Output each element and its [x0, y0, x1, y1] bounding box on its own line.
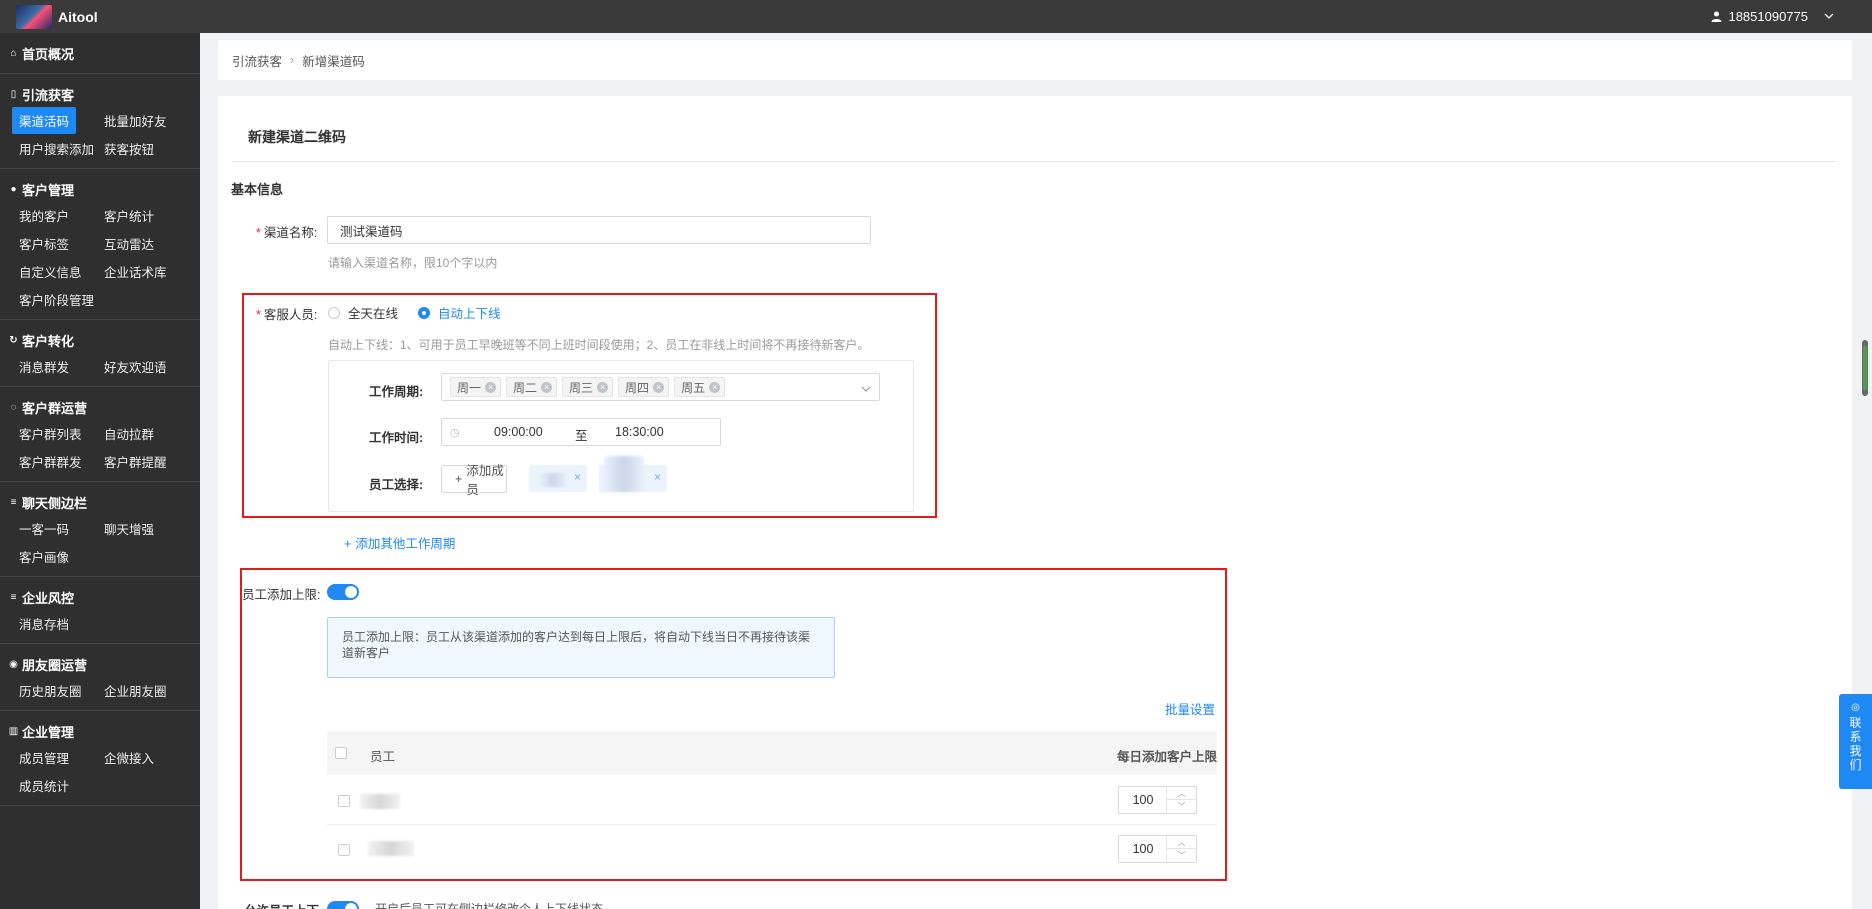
- sidebar-group-title[interactable]: ↻ 客户转化: [0, 328, 200, 352]
- menu-icon: ≡: [10, 496, 17, 508]
- headset-icon: ◎: [1851, 702, 1860, 713]
- sidebar-item[interactable]: 消息群发: [12, 352, 97, 380]
- sidebar-item[interactable]: 企业话术库: [97, 257, 197, 285]
- sidebar-item[interactable]: 客户统计: [97, 201, 197, 229]
- sidebar-item[interactable]: 客户画像: [12, 542, 97, 570]
- sidebar-item[interactable]: 批量加好友: [97, 106, 197, 134]
- sidebar-item[interactable]: 客户群列表: [12, 419, 97, 447]
- allow-toggle-switch[interactable]: [327, 901, 359, 909]
- user-icon: ●: [10, 183, 17, 195]
- sidebar-group-label: 企业管理: [22, 724, 75, 740]
- sidebar-group-label: 首页概况: [22, 46, 75, 62]
- sidebar-items: 成员管理 企微接入 成员统计: [0, 743, 200, 799]
- page-title: 新建渠道二维码: [248, 129, 346, 145]
- sidebar-items: 历史朋友圈 企业朋友圈: [0, 676, 200, 704]
- contact-us-button[interactable]: ◎ 联系我们: [1839, 694, 1872, 789]
- breadcrumb-separator-icon: ›: [290, 53, 295, 67]
- sidebar-group-label: 企业风控: [22, 590, 75, 606]
- sidebar-group: ▯ 引流获客渠道活码 批量加好友 用户搜索添加 获客按钮: [0, 74, 200, 169]
- sidebar-item[interactable]: 企业朋友圈: [97, 676, 197, 704]
- chevron-down-icon: [1824, 13, 1834, 20]
- channel-name-input[interactable]: 测试渠道码: [327, 216, 871, 244]
- sidebar-group-title[interactable]: ▥ 企业管理: [0, 719, 200, 743]
- camera-icon: ◉: [9, 658, 18, 670]
- sidebar-item[interactable]: 消息存档: [12, 609, 97, 637]
- breadcrumb-parent[interactable]: 引流获客: [232, 51, 282, 70]
- sidebar-item[interactable]: 历史朋友圈: [12, 676, 97, 704]
- sidebar-items: 我的客户 客户统计 客户标签 互动雷达 自定义信息 企业话术库 客户阶段管理: [0, 201, 200, 313]
- chat-icon: ◌: [10, 401, 17, 413]
- sidebar-group-title[interactable]: ≡ 聊天侧边栏: [0, 490, 200, 514]
- user-icon: [1711, 11, 1722, 22]
- sidebar-group: ◌ 客户群运营客户群列表 自动拉群 客户群群发 客户群提醒: [0, 387, 200, 482]
- sidebar-group-label: 朋友圈运营: [22, 657, 88, 673]
- sidebar-item[interactable]: 企微接入: [97, 743, 197, 771]
- sidebar-group: ≡ 企业风控消息存档: [0, 577, 200, 644]
- sidebar-items: 一客一码 聊天增强 客户画像: [0, 514, 200, 570]
- sidebar-item[interactable]: 一客一码: [12, 514, 97, 542]
- sidebar-group-label: 客户管理: [22, 182, 75, 198]
- sidebar-item[interactable]: 获客按钮: [97, 134, 197, 162]
- sidebar-item[interactable]: 自定义信息: [12, 257, 97, 285]
- sidebar: ⌂ 首页概况 ▯ 引流获客 渠道活码 批量加好友 用户搜索添加 获客按钮 ● 客户管理 我的客户 客户…: [0, 33, 200, 909]
- sidebar-group-title[interactable]: ◉ 朋友圈运营: [0, 652, 200, 676]
- sidebar-item[interactable]: 客户群提醒: [97, 447, 197, 475]
- sidebar-item[interactable]: 聊天增强: [97, 514, 197, 542]
- refresh-icon: ↻: [9, 334, 18, 346]
- sidebar-group-label: 引流获客: [22, 87, 75, 103]
- sidebar-item[interactable]: 成员统计: [12, 771, 97, 799]
- section-title: 基本信息: [231, 182, 284, 197]
- user-menu[interactable]: 18851090775: [1711, 9, 1834, 24]
- app-logo: [16, 5, 52, 29]
- building-icon: ▥: [8, 725, 19, 737]
- breadcrumb: 引流获客 › 新增渠道码: [218, 40, 1852, 80]
- plus-icon: +: [344, 537, 352, 551]
- sidebar-group: ⌂ 首页概况: [0, 33, 200, 74]
- sidebar-item[interactable]: 我的客户: [12, 201, 97, 229]
- sidebar-group: ≡ 聊天侧边栏一客一码 聊天增强 客户画像: [0, 482, 200, 577]
- allow-toggle-hint: 开启后员工可在侧边栏修改个人上下线状态: [375, 902, 604, 909]
- sidebar-items: 消息存档: [0, 609, 200, 637]
- sidebar-item[interactable]: 好友欢迎语: [97, 352, 197, 380]
- sidebar-group-label: 聊天侧边栏: [22, 495, 88, 511]
- sidebar-items: 客户群列表 自动拉群 客户群群发 客户群提醒: [0, 419, 200, 475]
- sidebar-item[interactable]: 自动拉群: [97, 419, 197, 447]
- sidebar-item[interactable]: 用户搜索添加: [12, 134, 97, 162]
- sidebar-item[interactable]: 渠道活码: [12, 106, 97, 134]
- highlight-box: [240, 568, 1227, 881]
- bookmark-icon: ▯: [10, 88, 17, 100]
- scrollbar-thumb[interactable]: [1862, 340, 1868, 396]
- channel-name-hint: 请输入渠道名称，限10个字以内: [328, 256, 498, 270]
- sidebar-item[interactable]: 成员管理: [12, 743, 97, 771]
- sidebar-group: ▥ 企业管理 成员管理 企微接入 成员统计: [0, 711, 200, 806]
- sidebar-items: 消息群发 好友欢迎语: [0, 352, 200, 380]
- app-name: Aitool: [58, 9, 98, 25]
- user-phone: 18851090775: [1728, 9, 1808, 24]
- allow-toggle-label: 允许员工上下: [244, 900, 319, 909]
- divider: [232, 161, 1838, 162]
- sidebar-group: ◉ 朋友圈运营历史朋友圈 企业朋友圈: [0, 644, 200, 711]
- channel-name-label: * 渠道名称:: [256, 226, 318, 240]
- sidebar-group-title[interactable]: ▯ 引流获客: [0, 82, 200, 106]
- top-bar: Aitool 18851090775: [0, 0, 1872, 33]
- breadcrumb-current: 新增渠道码: [302, 54, 365, 69]
- sidebar-group-title[interactable]: ⌂ 首页概况: [0, 41, 200, 65]
- add-period-link[interactable]: + 添加其他工作周期: [344, 533, 455, 552]
- sidebar-item[interactable]: 客户标签: [12, 229, 97, 257]
- menu-icon: ≡: [10, 591, 17, 603]
- sidebar-group-label: 客户群运营: [22, 400, 88, 416]
- highlight-box: [242, 293, 937, 518]
- sidebar-group: ↻ 客户转化消息群发 好友欢迎语: [0, 320, 200, 387]
- sidebar-group-title[interactable]: ● 客户管理: [0, 177, 200, 201]
- sidebar-group-title[interactable]: ≡ 企业风控: [0, 585, 200, 609]
- sidebar-item[interactable]: 互动雷达: [97, 229, 197, 257]
- sidebar-items: 渠道活码 批量加好友 用户搜索添加 获客按钮: [0, 106, 200, 162]
- sidebar-group-title[interactable]: ◌ 客户群运营: [0, 395, 200, 419]
- sidebar-item[interactable]: 客户群群发: [12, 447, 97, 475]
- sidebar-group-label: 客户转化: [22, 333, 75, 349]
- sidebar-item[interactable]: 客户阶段管理: [12, 285, 97, 313]
- contact-us-label: 联系我们: [1849, 716, 1862, 772]
- sidebar-group: ● 客户管理我的客户 客户统计 客户标签 互动雷达 自定义信息 企业话术库 客户阶段管理: [0, 169, 200, 320]
- home-icon: ⌂: [10, 47, 17, 59]
